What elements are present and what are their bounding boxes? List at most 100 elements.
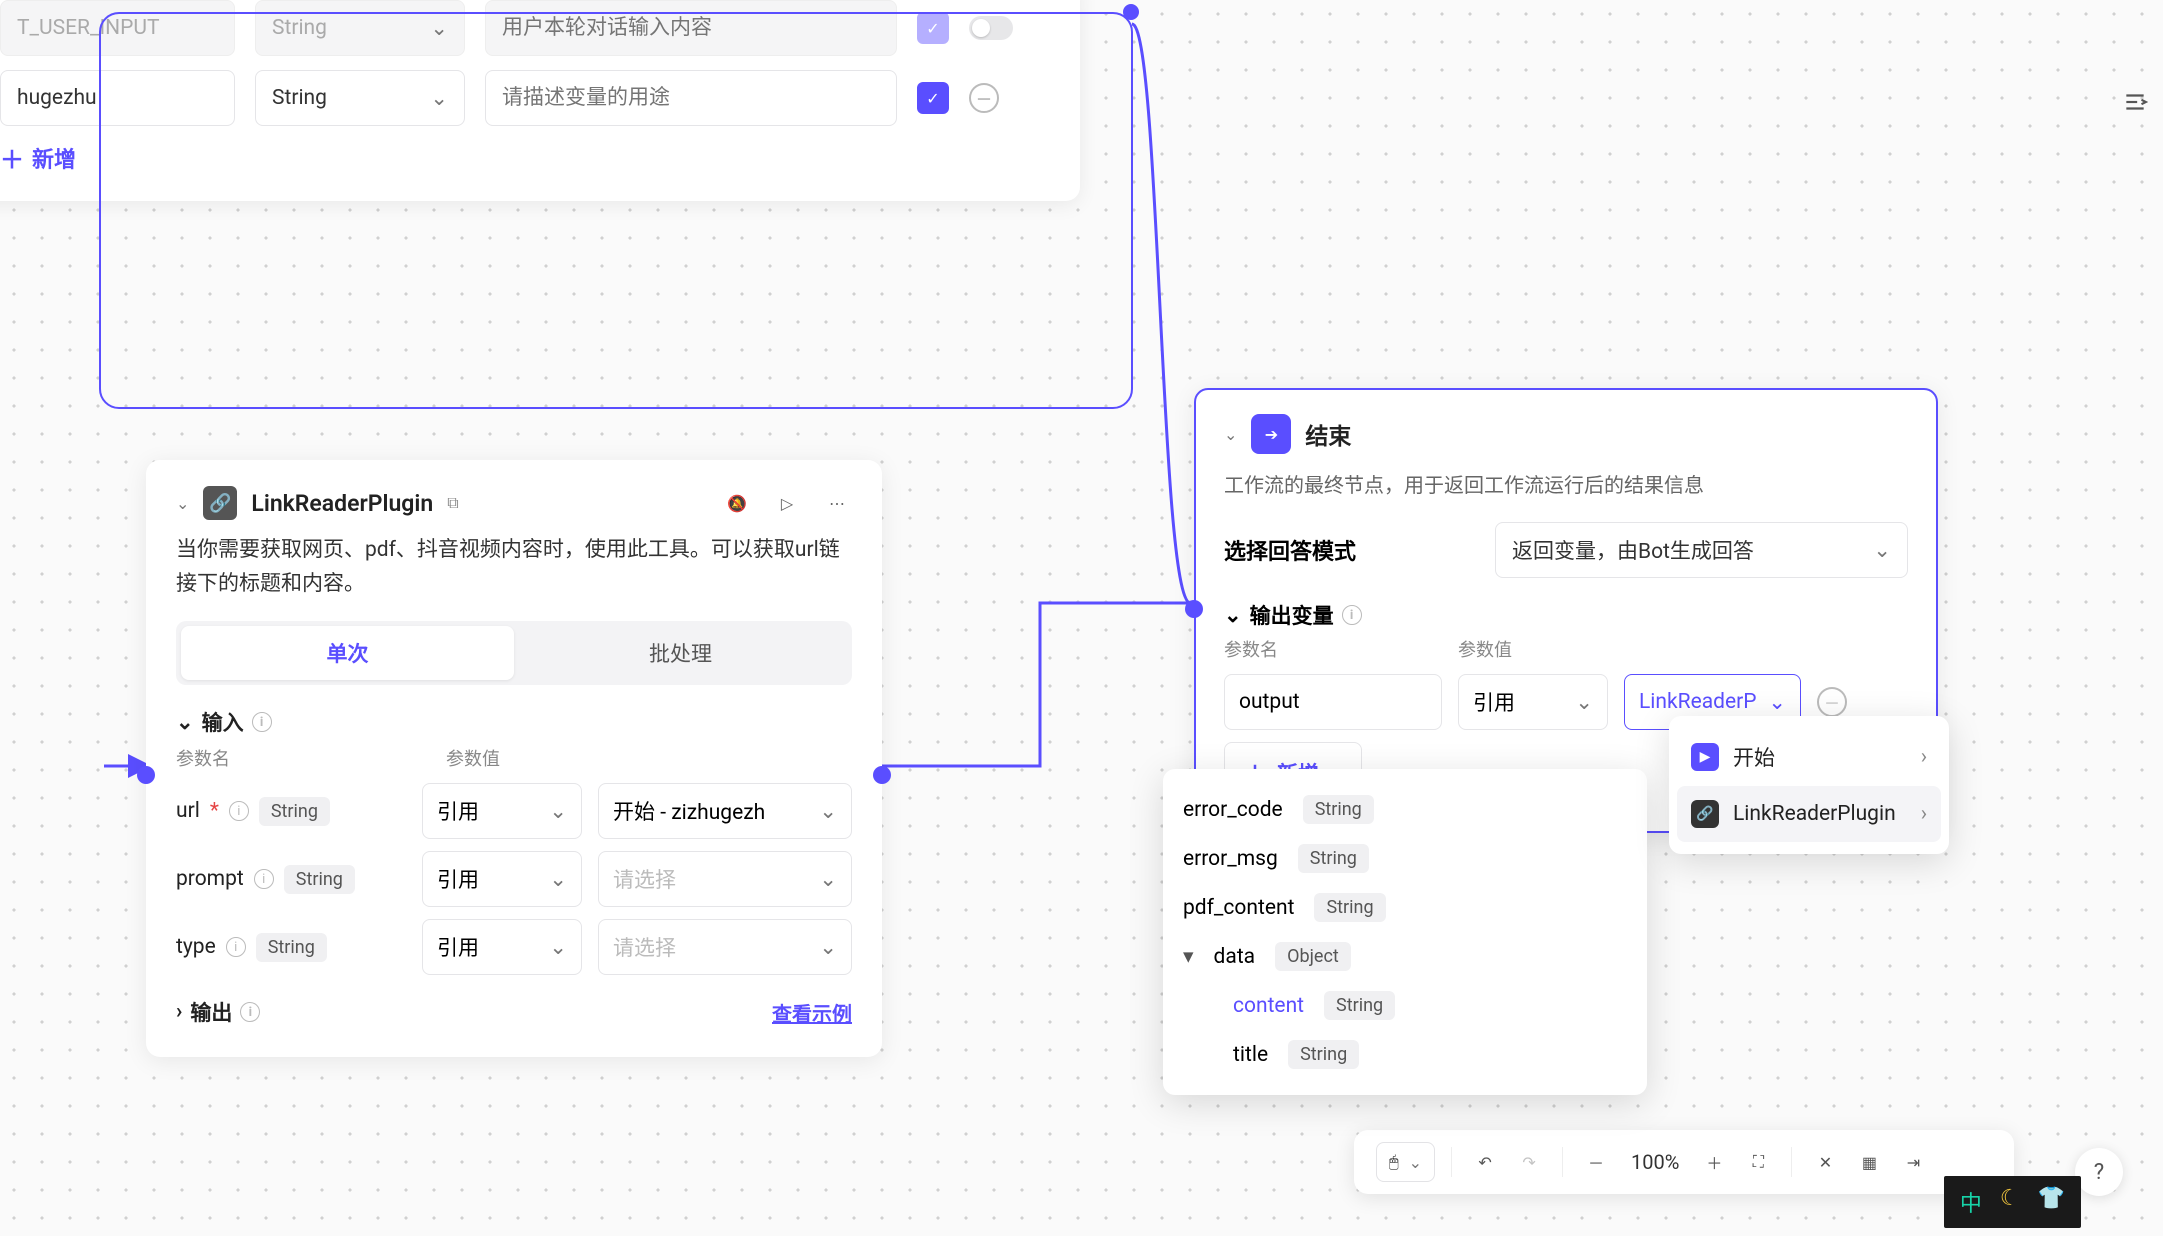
field-name: title [1233, 1043, 1268, 1067]
output-section-header[interactable]: › 输出 i [176, 997, 260, 1027]
link-reader-node[interactable]: ⌄ 🔗 LinkReaderPlugin ⧉ 🔕 ▷ ⋯ 当你需要获取网页、pd… [146, 460, 882, 1057]
dropdown-item-start[interactable]: ▶ 开始 › [1677, 728, 1941, 786]
value-select[interactable]: 请选择 ⌄ [598, 919, 852, 975]
separator [1451, 1147, 1452, 1177]
param-row-type: type i String 引用 ⌄ 请选择 ⌄ [176, 919, 852, 975]
triangle-down-icon: ▾ [1183, 944, 1194, 969]
chevron-down-icon: ⌄ [549, 799, 567, 824]
separator [1562, 1147, 1563, 1177]
value-select[interactable]: 请选择 ⌄ [598, 851, 852, 907]
info-icon[interactable]: i [254, 869, 274, 889]
node-picker-dropdown: ▶ 开始 › 🔗 LinkReaderPlugin › [1669, 716, 1949, 854]
type-badge: String [1298, 844, 1369, 873]
select-placeholder: 请选择 [613, 932, 676, 962]
output-vars-header[interactable]: ⌄ 输出变量 i [1224, 600, 1908, 630]
cursor-mode-chip[interactable]: 🖱 0 ⌄ [1376, 1142, 1435, 1182]
columns-header: 参数名 参数值 [1224, 636, 1908, 662]
zoom-level: 100% [1623, 1150, 1687, 1174]
view-example-link[interactable]: 查看示例 [772, 998, 852, 1027]
answer-mode-select[interactable]: 返回变量，由Bot生成回答 ⌄ [1495, 522, 1908, 578]
port-out[interactable] [1123, 4, 1141, 22]
chevron-down-icon: ⌄ [1575, 690, 1593, 715]
chevron-down-icon[interactable]: ⌄ [176, 494, 189, 513]
sidebar-toggle-button[interactable] [2113, 80, 2157, 124]
field-item[interactable]: pdf_content String [1183, 883, 1627, 932]
field-item[interactable]: error_code String [1183, 785, 1627, 834]
info-icon[interactable]: i [229, 801, 249, 821]
dropdown-item-linkreader[interactable]: 🔗 LinkReaderPlugin › [1677, 786, 1941, 842]
chevron-down-icon: ⌄ [549, 935, 567, 960]
mode-select[interactable]: 引用 ⌄ [422, 851, 582, 907]
value-select[interactable]: 开始 - zizhugezh ⌄ [598, 783, 852, 839]
select-value: 引用 [437, 932, 479, 962]
mode-tabs: 单次 批处理 [176, 621, 852, 685]
close-minimap-button[interactable]: ✕ [1808, 1145, 1842, 1179]
ime-shirt-icon[interactable]: 👕 [2038, 1186, 2065, 1218]
field-name: error_code [1183, 798, 1283, 822]
redo-button[interactable]: ↷ [1512, 1145, 1546, 1179]
chevron-down-icon: ⌄ [819, 867, 837, 892]
type-badge: Object [1275, 942, 1351, 971]
col-value: 参数值 [446, 745, 500, 771]
field-item-selected[interactable]: content String [1183, 981, 1627, 1030]
select-value: 开始 - zizhugezh [613, 796, 765, 826]
port-out[interactable] [873, 766, 891, 784]
plugin-icon: 🔗 [203, 486, 237, 520]
param-name-label: url [176, 799, 200, 823]
info-icon[interactable]: i [240, 1002, 260, 1022]
grid-layout-button[interactable]: ▦ [1852, 1145, 1886, 1179]
section-title: 输入 [202, 707, 244, 737]
copy-icon[interactable]: ⧉ [447, 493, 458, 513]
field-name: data [1214, 945, 1256, 969]
mode-select[interactable]: 引用 ⌄ [422, 919, 582, 975]
type-badge: String [256, 933, 327, 962]
ime-moon-icon[interactable]: ☾ [2000, 1186, 2020, 1218]
select-value: 引用 [1473, 687, 1515, 717]
param-name-label: prompt [176, 867, 244, 891]
plugin-icon: 🔗 [1691, 800, 1719, 828]
bell-off-icon[interactable]: 🔕 [722, 488, 752, 518]
help-button[interactable]: ? [2075, 1148, 2123, 1196]
tab-single[interactable]: 单次 [181, 626, 514, 680]
type-badge: String [1324, 991, 1395, 1020]
node-description: 工作流的最终节点，用于返回工作流运行后的结果信息 [1224, 470, 1908, 500]
ime-lang-icon[interactable]: 中 [1960, 1186, 1982, 1218]
play-icon[interactable]: ▷ [772, 488, 802, 518]
node-description: 当你需要获取网页、pdf、抖音视频内容时，使用此工具。可以获取url链接下的标题… [176, 534, 852, 601]
align-button[interactable]: ⇥ [1896, 1145, 1930, 1179]
chevron-down-icon: ⌄ [819, 935, 837, 960]
zoom-out-button[interactable]: － [1579, 1145, 1613, 1179]
col-name: 参数名 [1224, 636, 1458, 662]
group-selection-outline [99, 12, 1133, 409]
chevron-down-icon: ⌄ [549, 867, 567, 892]
chevron-down-icon[interactable]: ⌄ [1224, 425, 1237, 444]
input-section-header[interactable]: ⌄ 输入 i [176, 707, 852, 737]
field-item[interactable]: title String [1183, 1030, 1627, 1079]
field-item-expandable[interactable]: ▾ data Object [1183, 932, 1627, 981]
info-icon[interactable]: i [226, 937, 246, 957]
port-in[interactable] [1185, 600, 1203, 618]
ref-mode-select[interactable]: 引用 ⌄ [1458, 674, 1608, 730]
node-title: LinkReaderPlugin [251, 490, 433, 517]
select-value: LinkReaderP [1639, 690, 1757, 714]
type-badge: String [284, 865, 355, 894]
zoom-in-button[interactable]: ＋ [1697, 1145, 1731, 1179]
section-title: 输出 [190, 997, 232, 1027]
output-name-input[interactable] [1224, 674, 1442, 730]
remove-row-button[interactable]: － [1817, 687, 1847, 717]
info-icon[interactable]: i [252, 712, 272, 732]
fit-view-button[interactable]: ⛶ [1741, 1145, 1775, 1179]
more-icon[interactable]: ⋯ [822, 488, 852, 518]
undo-button[interactable]: ↶ [1468, 1145, 1502, 1179]
port-in[interactable] [137, 766, 155, 784]
select-placeholder: 请选择 [613, 864, 676, 894]
param-name-label: type [176, 935, 216, 959]
mode-select[interactable]: 引用 ⌄ [422, 783, 582, 839]
info-icon[interactable]: i [1342, 605, 1362, 625]
field-item[interactable]: error_msg String [1183, 834, 1627, 883]
type-badge: String [1288, 1040, 1359, 1069]
tab-batch[interactable]: 批处理 [514, 626, 847, 680]
chevron-right-icon: › [176, 1000, 182, 1024]
type-badge: String [259, 797, 330, 826]
canvas-toolbar: 🖱 0 ⌄ ↶ ↷ － 100% ＋ ⛶ ✕ ▦ ⇥ [1354, 1130, 2014, 1194]
